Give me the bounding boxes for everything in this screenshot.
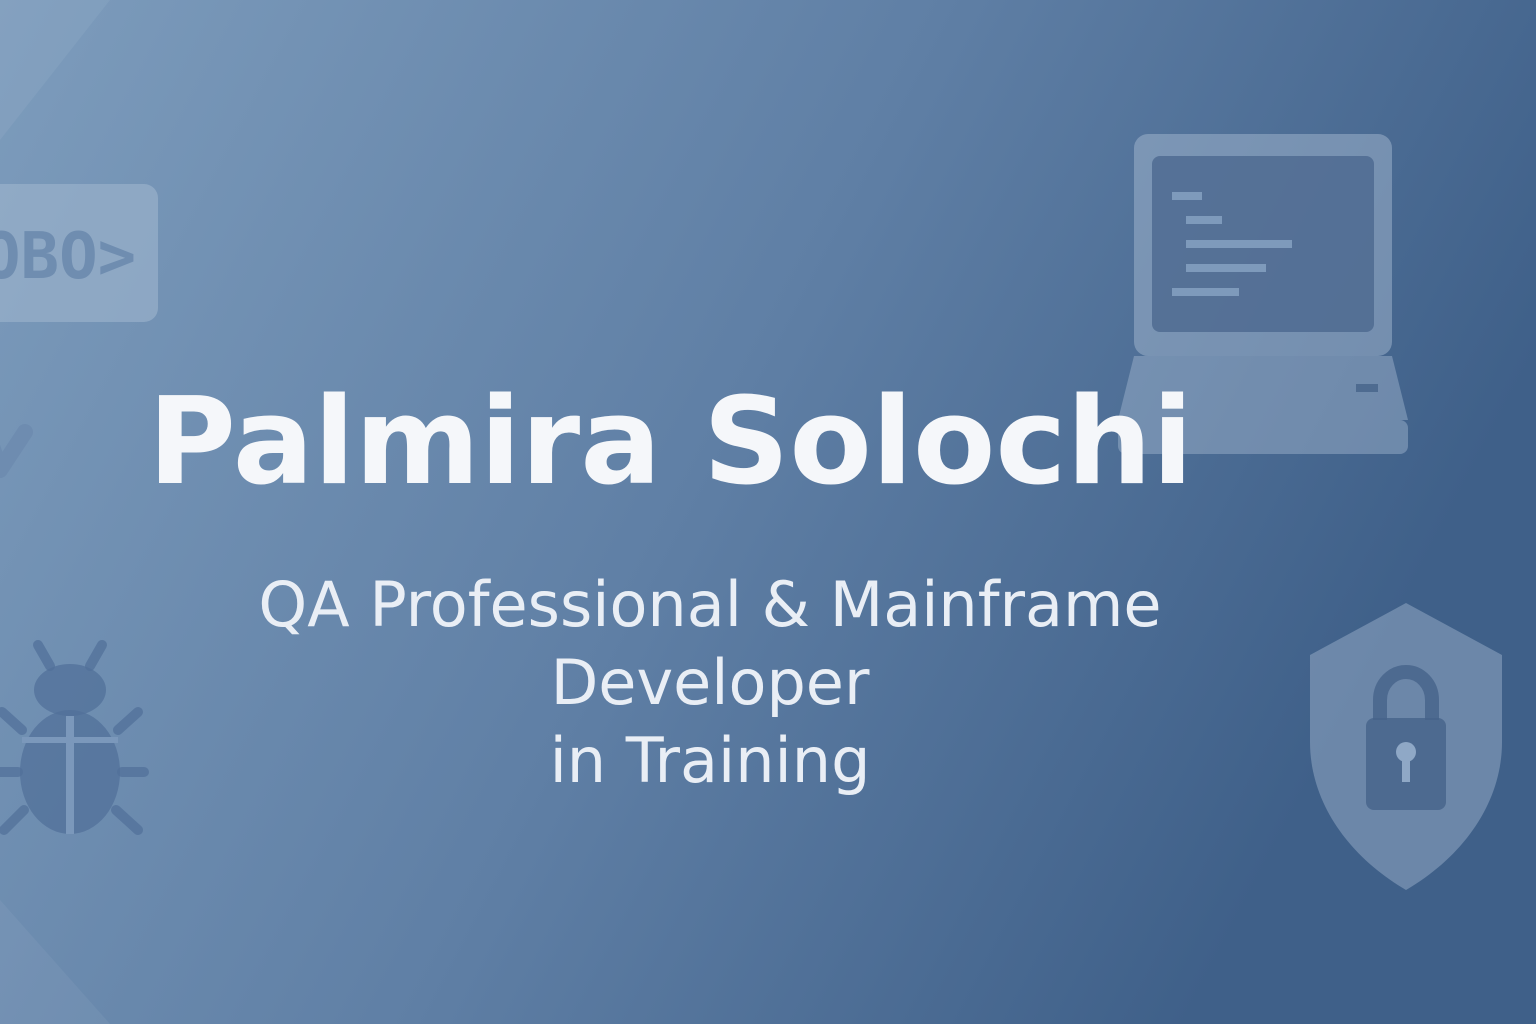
subtitle-line-1: QA Professional & Mainframe Developer [258,568,1162,719]
hero-banner: OBO> Palmira Solochi QA Professional & M… [0,0,1536,1024]
page-subtitle: QA Professional & Mainframe Developer in… [100,566,1320,800]
subtitle-line-2: in Training [549,724,871,797]
page-title: Palmira Solochi [148,373,1194,512]
